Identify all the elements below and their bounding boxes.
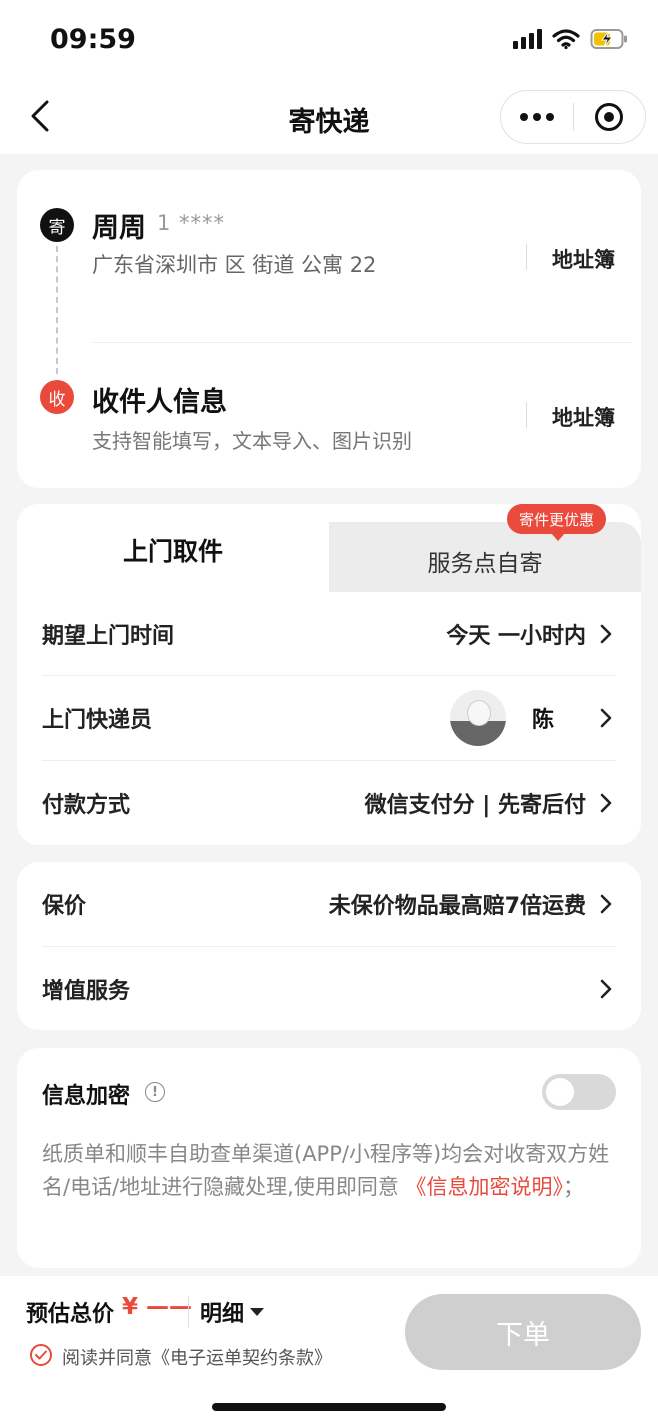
sender-badge: 寄: [40, 208, 74, 242]
status-bar: 09:59: [0, 0, 658, 80]
home-indicator: [212, 1403, 446, 1411]
route-dotted-line: [56, 246, 58, 374]
signal-icon: [513, 29, 542, 49]
receiver-badge: 收: [40, 380, 74, 414]
status-icons: [513, 28, 628, 50]
courier-row[interactable]: 上门快递员 陈: [42, 676, 616, 760]
encryption-desc-tail: ；: [563, 1175, 584, 1199]
encryption-card: 信息加密 ! 纸质单和顺丰自助查单渠道(APP/小程序等)均会对收寄双方姓名/电…: [17, 1048, 641, 1268]
chevron-right-icon: [596, 793, 616, 813]
promo-badge: 寄件更优惠: [507, 504, 607, 541]
courier-label: 上门快递员: [42, 708, 153, 733]
insurance-card: 保价 未保价物品最高赔7倍运费 增值服务: [17, 862, 641, 1030]
encryption-toggle[interactable]: [542, 1074, 616, 1110]
encryption-terms-link[interactable]: 《信息加密说明》: [406, 1175, 564, 1199]
pickup-time-label: 期望上门时间: [42, 624, 175, 649]
service-card: 上门取件 服务点自寄 寄件更优惠 期望上门时间 今天 一小时内 上门快递员 陈 …: [17, 504, 641, 845]
target-icon: [595, 103, 624, 131]
nav-bar: 寄快递: [0, 80, 658, 154]
address-separator: [92, 342, 631, 343]
price-detail-button[interactable]: 明细: [200, 1296, 265, 1328]
miniprogram-capsule: [500, 90, 646, 144]
sender-phone: 1 ****: [157, 211, 226, 235]
pickup-time-row[interactable]: 期望上门时间 今天 一小时内: [42, 592, 616, 676]
delivery-mode-tabs: 上门取件 服务点自寄 寄件更优惠: [17, 504, 641, 592]
courier-name: 陈: [532, 708, 555, 733]
sender-address-book-button[interactable]: 地址簿: [552, 244, 615, 274]
caret-down-icon: [250, 1308, 265, 1316]
chevron-right-icon: [596, 624, 616, 644]
close-miniprogram-button[interactable]: [574, 91, 645, 143]
address-book-divider: [526, 244, 527, 270]
courier-avatar: [450, 690, 506, 746]
receiver-info-title[interactable]: 收件人信息: [92, 380, 227, 419]
payment-value: 微信支付分 | 先寄后付: [364, 793, 586, 818]
encryption-title: 信息加密: [42, 1084, 131, 1109]
agreement-text[interactable]: 阅读并同意《电子运单契约条款》: [62, 1344, 332, 1370]
encryption-description: 纸质单和顺丰自助查单渠道(APP/小程序等)均会对收寄双方姓名/电话/地址进行隐…: [42, 1138, 622, 1204]
price-detail-label: 明细: [200, 1302, 245, 1327]
toggle-knob: [546, 1078, 574, 1106]
value-added-services-label: 增值服务: [42, 979, 131, 1004]
insurance-row[interactable]: 保价 未保价物品最高赔7倍运费: [42, 862, 616, 946]
price-divider: [188, 1296, 189, 1328]
receiver-address-book-button[interactable]: 地址簿: [552, 402, 615, 432]
chevron-right-icon: [596, 979, 616, 999]
status-time: 09:59: [50, 24, 136, 55]
insurance-value: 未保价物品最高赔7倍运费: [328, 894, 586, 919]
receiver-info-hint: 支持智能填写，文本导入、图片识别: [92, 429, 412, 453]
battery-icon: [590, 28, 628, 50]
chevron-right-icon: [596, 708, 616, 728]
address-book-divider: [526, 402, 527, 428]
estimated-price-label: 预估总价: [26, 1302, 115, 1327]
tab-pickup-label: 上门取件: [122, 537, 223, 566]
place-order-button[interactable]: 下单: [405, 1294, 641, 1370]
more-dots-icon: [520, 113, 528, 121]
address-card: 寄 收 周周 1 **** 广东省深圳市 区 街道 公寓 22 地址簿 收件人信…: [17, 170, 641, 488]
insurance-label: 保价: [42, 894, 87, 919]
tab-self-drop-label: 服务点自寄: [427, 551, 543, 577]
sender-name[interactable]: 周周: [92, 206, 146, 245]
chevron-right-icon: [596, 894, 616, 914]
value-added-services-row[interactable]: 增值服务: [42, 947, 616, 1031]
check-icon: [35, 1350, 47, 1360]
payment-label: 付款方式: [42, 793, 131, 818]
estimated-price-value: ¥ ——: [122, 1294, 193, 1320]
pickup-time-value: 今天 一小时内: [446, 624, 586, 649]
bottom-bar: 预估总价 ¥ —— 明细 阅读并同意《电子运单契约条款》 下单: [0, 1276, 658, 1424]
more-options-button[interactable]: [501, 91, 573, 143]
payment-row[interactable]: 付款方式 微信支付分 | 先寄后付: [42, 761, 616, 845]
agree-checkbox[interactable]: [30, 1344, 52, 1366]
sender-address[interactable]: 广东省深圳市 区 街道 公寓 22: [92, 250, 502, 281]
info-icon[interactable]: !: [145, 1082, 165, 1102]
wifi-icon: [552, 28, 580, 50]
